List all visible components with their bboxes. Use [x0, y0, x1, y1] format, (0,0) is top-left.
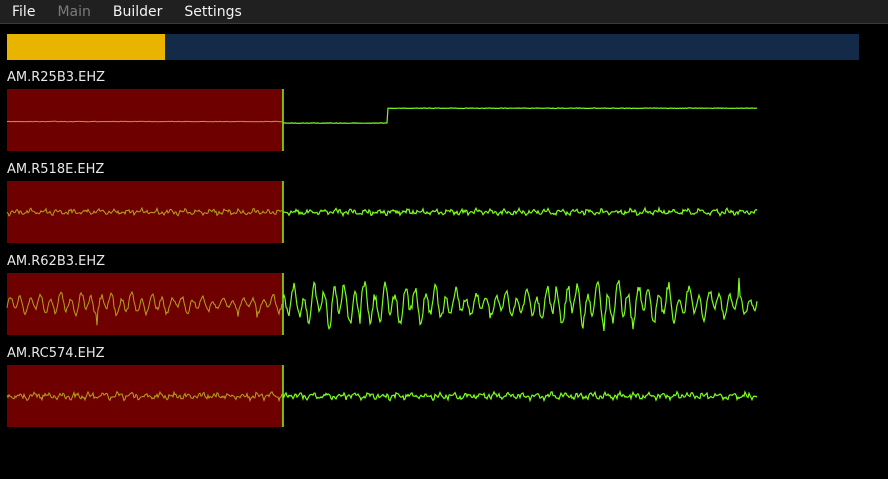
waveform-plot [6, 365, 758, 427]
buffer-progress-bar [7, 34, 859, 60]
channel-label: AM.RC574.EHZ [7, 346, 105, 361]
history-trace [7, 120, 283, 123]
waveform-plot [7, 89, 758, 151]
history-background [7, 365, 283, 427]
channel-label: AM.R518E.EHZ [7, 162, 105, 177]
history-background [7, 89, 283, 151]
channel-label: AM.R25B3.EHZ [7, 70, 106, 85]
menu-settings[interactable]: Settings [172, 0, 251, 24]
live-trace [282, 389, 758, 403]
live-trace [282, 277, 758, 332]
channel-label: AM.R62B3.EHZ [7, 254, 106, 269]
menu-file[interactable]: File [0, 0, 45, 24]
waveform-plot [6, 181, 758, 243]
menu-bar: File Main Builder Settings [0, 0, 888, 24]
live-trace [282, 107, 758, 124]
live-trace [282, 205, 758, 218]
menu-builder[interactable]: Builder [101, 0, 173, 24]
buffer-progress-fill [7, 34, 165, 60]
menu-main[interactable]: Main [45, 0, 100, 24]
waveform-plot [6, 273, 758, 335]
